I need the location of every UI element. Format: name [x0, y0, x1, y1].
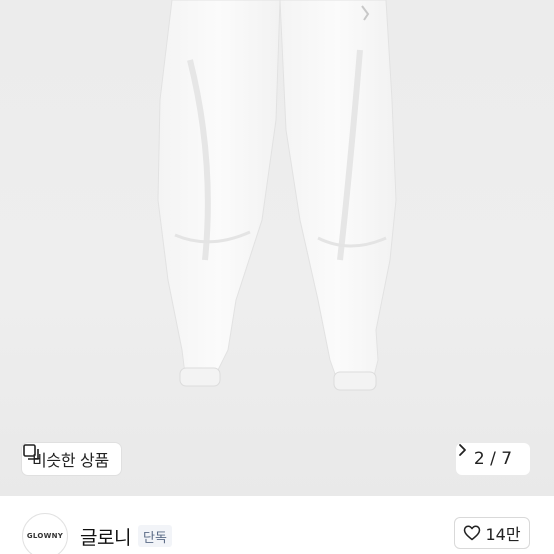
likes-count: 14만: [485, 525, 521, 544]
similar-products-icon: [23, 444, 39, 460]
brand-row: GLOWNY 글로니 단독 14만: [0, 496, 554, 554]
brand-logo-text: GLOWNY: [26, 532, 64, 540]
image-pager[interactable]: 2 / 7: [456, 443, 530, 475]
product-image[interactable]: 비슷한 상품 2 / 7: [0, 0, 554, 496]
brand-like-button[interactable]: 14만: [454, 517, 530, 549]
brand-logo[interactable]: GLOWNY: [22, 513, 68, 554]
heart-icon: [464, 525, 481, 541]
pants-illustration: [157, 0, 397, 391]
exclusive-badge: 단독: [138, 525, 172, 547]
chevron-right-icon: [459, 444, 466, 456]
page-indicator: 2 / 7: [473, 449, 513, 469]
similar-products-label: 비슷한 상품: [32, 451, 109, 470]
brand-name[interactable]: 글로니: [80, 523, 131, 550]
similar-products-button[interactable]: 비슷한 상품: [22, 443, 121, 475]
